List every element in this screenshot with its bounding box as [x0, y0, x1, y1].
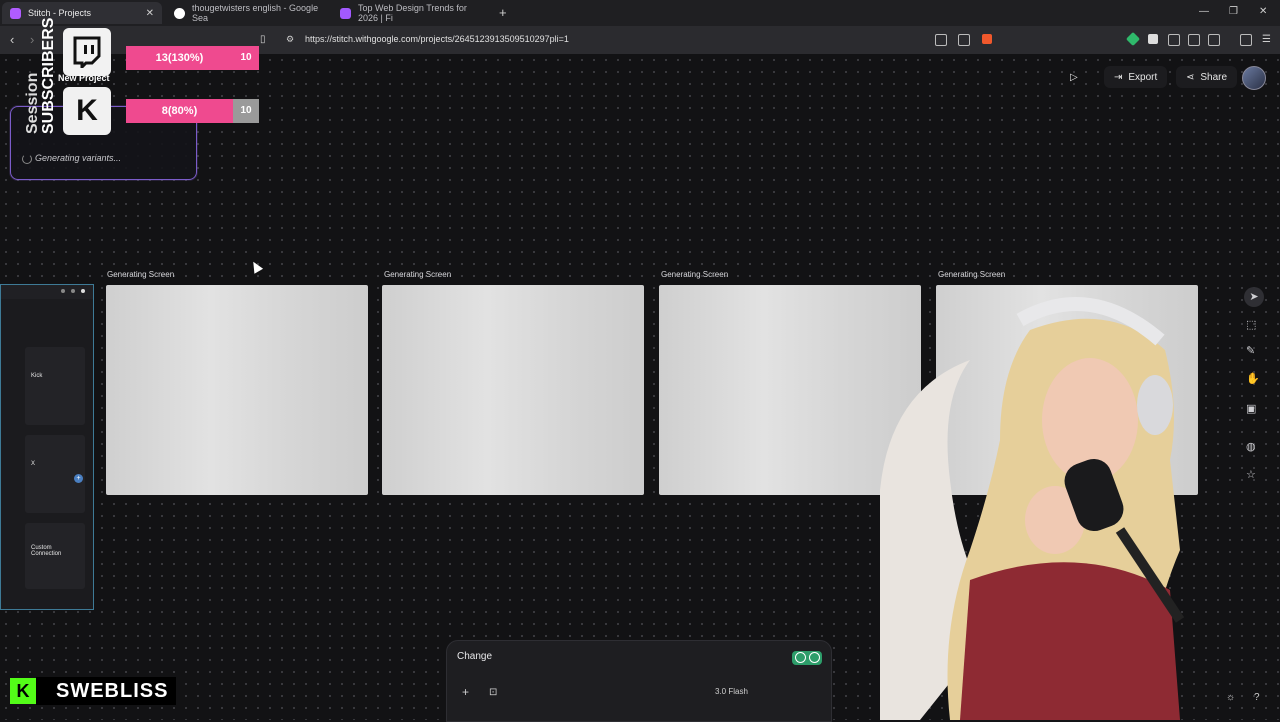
screen-label: Generating Screen — [661, 270, 729, 279]
sidebar-toggle-icon[interactable] — [1240, 34, 1252, 46]
browser-tab-bar: Stitch - Projects ✕ thougetwisters engli… — [0, 0, 1280, 26]
extensions-puzzle-icon[interactable] — [1188, 34, 1200, 46]
screen-label: Generating Screen — [107, 270, 175, 279]
generating-screen-placeholder[interactable] — [382, 285, 644, 495]
minimize-button[interactable]: — — [1199, 6, 1209, 17]
tab-google[interactable]: thougetwisters english - Google Sea — [166, 2, 328, 24]
hand-tool-icon[interactable]: ✋ — [1246, 372, 1260, 385]
preview-dot-icon — [61, 289, 65, 293]
stitch-favicon-icon — [10, 7, 21, 19]
headset-earcup — [1137, 375, 1173, 435]
model-selector[interactable]: 3.0 Flash — [715, 687, 748, 696]
site-info-icon[interactable]: ⚙ — [286, 34, 294, 45]
share-icon: ⋖ — [1186, 71, 1195, 83]
extension-box-icon[interactable] — [1168, 34, 1180, 46]
preview-header — [1, 285, 93, 299]
url-text[interactable]: https://stitch.withgoogle.com/projects/2… — [305, 34, 569, 44]
preview-dot-icon — [71, 289, 75, 293]
new-tab-button[interactable]: + — [499, 5, 507, 20]
generation-status-text: Generating variants... — [35, 153, 122, 163]
tab-figma[interactable]: Top Web Design Trends for 2026 | Fi — [332, 2, 492, 24]
grammarly-icon — [792, 651, 822, 665]
overlay-vertical-labels: Session SUBSCRIBERS — [8, 18, 60, 136]
preview-play-icon[interactable]: ▷ — [1070, 66, 1078, 88]
loading-spinner-icon — [22, 154, 32, 164]
tab-close-icon[interactable]: ✕ — [146, 8, 154, 19]
marquee-tool-icon[interactable]: ⬚ — [1246, 318, 1256, 331]
kick-badge-icon: K — [10, 678, 36, 704]
webcam-feed — [880, 297, 1185, 720]
kick-sub-goal: 10 — [233, 99, 259, 123]
edit-tool-icon[interactable]: ✎ — [1246, 344, 1255, 357]
select-tool-icon[interactable]: ➤ — [1244, 287, 1264, 307]
user-avatar[interactable] — [1242, 66, 1266, 90]
extension-a-icon[interactable] — [1148, 34, 1158, 44]
existing-screen-preview[interactable]: Kick X Custom Connection + — [0, 284, 94, 610]
share-button[interactable]: ⋖ Share — [1176, 66, 1238, 88]
share-label: Share — [1200, 71, 1228, 83]
preview-card-custom: Custom Connection — [25, 523, 85, 589]
extension-green-icon[interactable] — [1125, 31, 1141, 47]
share-page-icon[interactable] — [958, 34, 970, 46]
preview-dot-icon — [81, 289, 85, 293]
extension-screen-icon[interactable] — [1208, 34, 1220, 46]
image-tool-icon[interactable]: ▣ — [1246, 402, 1256, 415]
tab-stitch[interactable]: Stitch - Projects ✕ — [2, 2, 162, 24]
export-button[interactable]: ⇥ Export — [1104, 66, 1168, 88]
figma-favicon-icon — [340, 7, 351, 19]
tab-title: Top Web Design Trends for 2026 | Fi — [358, 3, 467, 23]
close-window-button[interactable]: ✕ — [1259, 6, 1267, 17]
kick-logo-icon: K — [63, 87, 111, 135]
preview-kick-title: Kick — [31, 373, 43, 379]
preview-card-kick: Kick — [25, 347, 85, 425]
brave-shield-icon[interactable] — [982, 34, 992, 44]
twitch-sub-goal: 10 — [240, 52, 252, 63]
kick-sub-value: 8(80%) — [161, 105, 198, 117]
bookmark-icon[interactable]: ▯ — [260, 34, 266, 45]
screen-label: Generating Screen — [384, 270, 452, 279]
theme-palette-icon[interactable]: ◍ — [1246, 440, 1256, 453]
new-project-label: New Project — [58, 73, 110, 83]
streamer-top — [960, 562, 1180, 720]
export-icon: ⇥ — [1114, 71, 1123, 83]
add-icon[interactable]: + — [74, 474, 83, 483]
streamer-name: SWEBLISS — [36, 677, 176, 705]
subscribers-label: SUBSCRIBERS — [40, 17, 57, 134]
screen-label: Generating Screen — [938, 270, 1006, 279]
twitch-sub-value: 13(130%) — [155, 52, 204, 64]
google-favicon-icon — [174, 7, 185, 19]
tab-title: thougetwisters english - Google Sea — [192, 3, 319, 23]
maximize-button[interactable]: ❐ — [1229, 6, 1238, 17]
preview-x-title: X — [31, 461, 36, 467]
prompt-box[interactable]: Change + ⊡ 3.0 Flash — [446, 640, 832, 722]
export-label: Export — [1128, 71, 1158, 83]
preview-custom-title: Custom Connection — [31, 545, 62, 557]
help-icon[interactable]: ? — [1254, 692, 1260, 703]
twitch-sub-bar: 13(130%) 10 — [126, 46, 259, 70]
generating-screen-placeholder[interactable] — [106, 285, 368, 495]
theme-toggle-icon[interactable]: ☼ — [1226, 692, 1235, 703]
kick-sub-bar: 8(80%) 10 — [126, 99, 259, 123]
add-attachment-icon[interactable]: + — [462, 685, 469, 699]
twitch-logo-icon — [63, 28, 111, 76]
menu-icon[interactable]: ☰ — [1262, 34, 1271, 45]
cast-icon[interactable] — [935, 34, 947, 46]
insert-screen-icon[interactable]: ⊡ — [489, 687, 497, 698]
tab-title: Stitch - Projects — [28, 8, 92, 18]
favorite-star-icon[interactable]: ☆ — [1246, 468, 1256, 481]
prompt-input[interactable]: Change — [457, 651, 492, 662]
